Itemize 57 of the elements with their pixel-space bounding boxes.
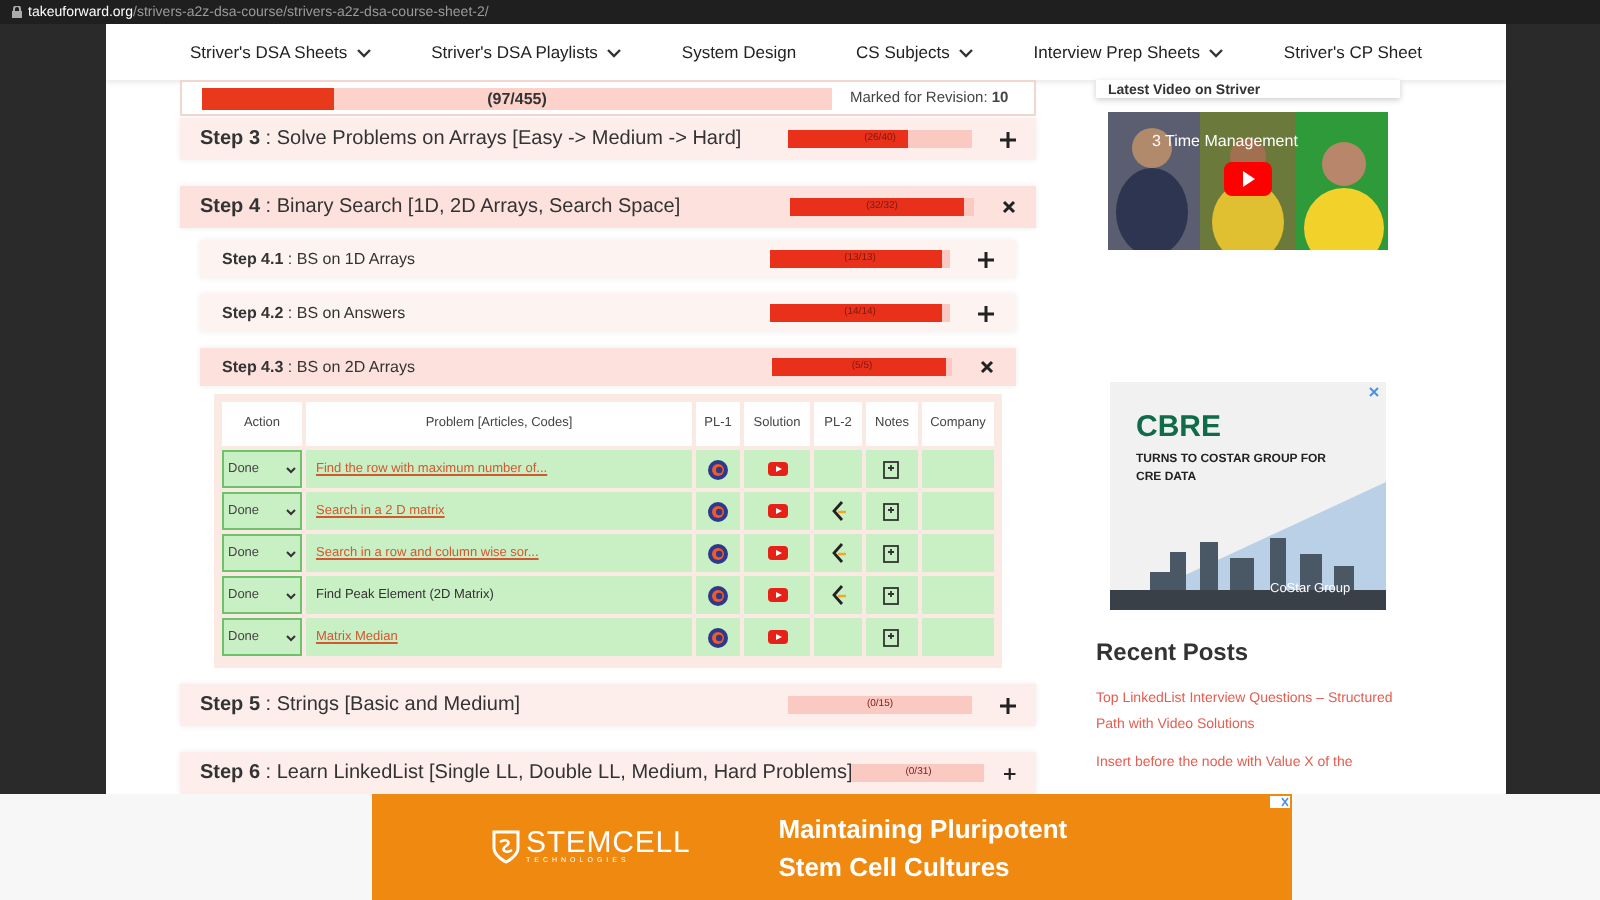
coding-circle-icon[interactable]	[708, 501, 728, 521]
bracket-icon[interactable]	[829, 500, 847, 522]
video-title: 3 Time Management	[1152, 130, 1298, 154]
ad-brand: CBRE	[1136, 412, 1222, 442]
step-title: Step 6 : Learn LinkedList [Single LL, Double LL, Medium, Hard Problems]	[200, 760, 853, 788]
close-icon[interactable]	[1002, 200, 1016, 214]
note-add-icon[interactable]	[882, 627, 902, 647]
video-play-icon[interactable]	[767, 504, 787, 518]
chevron-down-icon	[286, 633, 296, 641]
step-title: Step 4.2 : BS on Answers	[222, 301, 408, 325]
plus-icon[interactable]	[1000, 697, 1016, 713]
progress-count: (97/455)	[485, 87, 549, 109]
video-play-icon[interactable]	[767, 630, 787, 644]
table-cell	[922, 534, 994, 572]
note-add-icon[interactable]	[882, 585, 902, 605]
nav-link[interactable]: Striver's CP Sheet	[1283, 39, 1422, 65]
chevron-down-icon	[286, 507, 296, 515]
ad-headline: Maintaining Pluripotent Stem Cell Cultures	[778, 811, 1070, 885]
play-button-icon[interactable]	[1224, 162, 1272, 196]
recent-posts-heading: Recent Posts	[1096, 636, 1251, 670]
coding-circle-icon[interactable]	[708, 459, 728, 479]
step-title: Step 4 : Binary Search [1D, 2D Arrays, Search Space]	[200, 194, 683, 222]
nav-link[interactable]: Striver's DSA Playlists	[431, 39, 622, 65]
video-play-icon[interactable]	[767, 462, 787, 476]
table-cell	[922, 492, 994, 530]
plus-icon[interactable]	[978, 251, 994, 267]
plus-icon[interactable]	[978, 305, 994, 321]
bracket-icon[interactable]	[829, 542, 847, 564]
note-add-icon[interactable]	[882, 543, 902, 563]
chevron-down-icon	[286, 465, 296, 473]
nav-link[interactable]: System Design	[681, 39, 797, 65]
nav-link[interactable]: Striver's DSA Sheets	[190, 39, 372, 65]
chevron-down-icon	[286, 591, 296, 599]
plus-icon[interactable]	[1004, 765, 1016, 781]
video-play-icon[interactable]	[767, 588, 787, 602]
coding-circle-icon[interactable]	[708, 627, 728, 647]
video-play-icon[interactable]	[767, 546, 787, 560]
table-cell	[922, 618, 994, 656]
ad-brand: STEMCELL	[526, 828, 691, 859]
lock-icon	[12, 6, 22, 18]
note-add-icon[interactable]	[882, 459, 902, 479]
step-title: Step 4.3 : BS on 2D Arrays	[222, 355, 417, 379]
plus-icon[interactable]	[1000, 131, 1016, 147]
nav-link[interactable]: Interview Prep Sheets	[1033, 39, 1224, 65]
coding-circle-icon[interactable]	[708, 585, 728, 605]
close-icon[interactable]	[980, 360, 994, 374]
chevron-down-icon	[286, 549, 296, 557]
shield-icon	[492, 830, 520, 864]
step-title: Step 3 : Solve Problems on Arrays [Easy -> Medium -> Hard]	[200, 126, 744, 154]
coding-circle-icon[interactable]	[708, 543, 728, 563]
table-cell	[922, 576, 994, 614]
nav-link[interactable]: CS Subjects	[856, 39, 974, 65]
table-cell	[922, 450, 994, 488]
step-title: Step 5 : Strings [Basic and Medium]	[200, 692, 523, 720]
note-add-icon[interactable]	[882, 501, 902, 521]
step-title: Step 4.1 : BS on 1D Arrays	[222, 247, 417, 271]
bracket-icon[interactable]	[829, 584, 847, 606]
